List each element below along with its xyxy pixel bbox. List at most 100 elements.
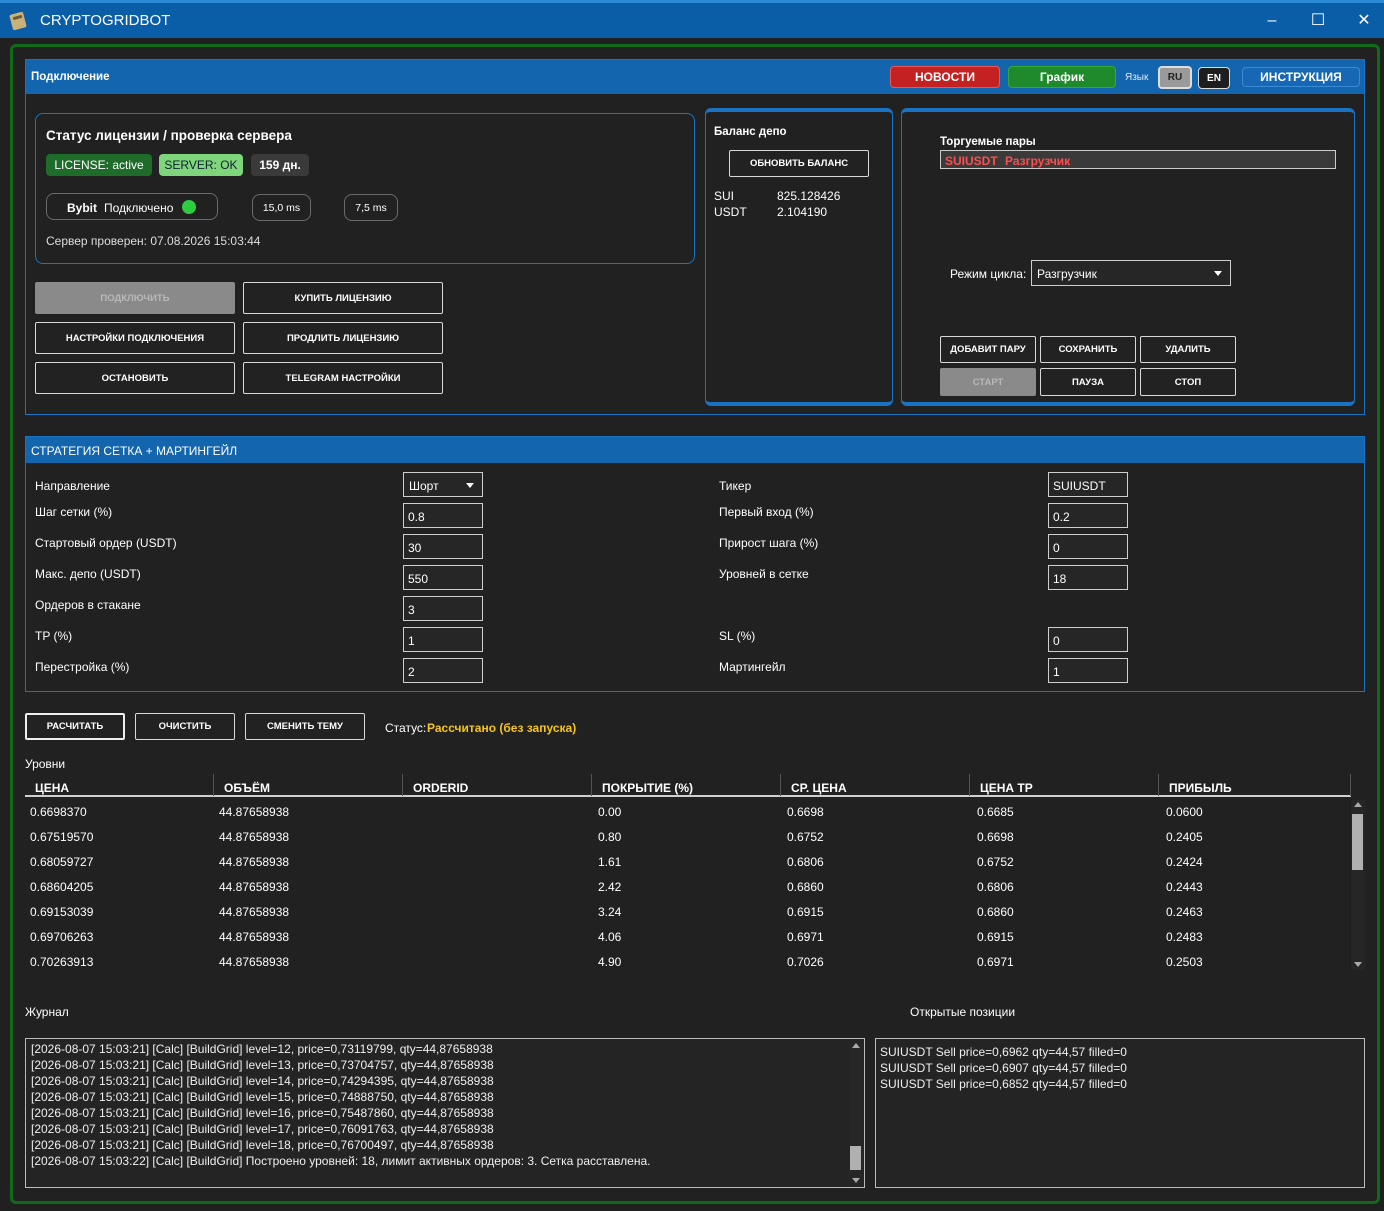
- grid-step-input[interactable]: 0.8: [403, 503, 483, 528]
- balance-amount-usdt: 2.104190: [777, 205, 828, 219]
- cycle-mode-select[interactable]: Разгрузчик: [1031, 260, 1231, 286]
- cell-volume: 44.87658938: [219, 955, 290, 969]
- close-button[interactable]: ✕: [1350, 9, 1378, 33]
- refresh-balance-button[interactable]: ОБНОВИТЬ БАЛАНС: [729, 150, 869, 177]
- levels-scroll-thumb[interactable]: [1352, 814, 1363, 870]
- max-depo-input[interactable]: 550: [403, 565, 483, 590]
- clear-button[interactable]: ОЧИСТИТЬ: [135, 713, 235, 740]
- cell-profit: 0.2443: [1166, 880, 1203, 894]
- step-growth-label: Прирост шага (%): [719, 536, 819, 550]
- save-pair-button[interactable]: СОХРАНИТЬ: [1040, 336, 1136, 363]
- cell-profit: 0.2503: [1166, 955, 1203, 969]
- journal-log[interactable]: [2026-08-07 15:03:21] [Calc] [BuildGrid]…: [25, 1038, 865, 1188]
- levels-scrollbar[interactable]: [1351, 800, 1365, 970]
- cell-volume: 44.87658938: [219, 930, 290, 944]
- first-entry-input[interactable]: 0.2: [1048, 503, 1128, 528]
- buy-license-button[interactable]: КУПИТЬ ЛИЦЕНЗИЮ: [243, 282, 443, 314]
- journal-scroll-thumb[interactable]: [850, 1146, 861, 1170]
- position-item[interactable]: SUIUSDT Sell price=0,6852 qty=44,57 fill…: [880, 1077, 1127, 1093]
- cell-volume: 44.87658938: [219, 805, 290, 819]
- positions-lines: SUIUSDT Sell price=0,6962 qty=44,57 fill…: [880, 1045, 1127, 1093]
- col-profit[interactable]: ПРИБЫЛЬ: [1159, 774, 1351, 796]
- telegram-settings-button[interactable]: TELEGRAM НАСТРОЙКИ: [243, 362, 443, 394]
- sl-input[interactable]: 0: [1048, 627, 1128, 652]
- table-row[interactable]: 0.70263913 44.87658938 4.90 0.7026 0.6971 0.2…: [25, 950, 1351, 975]
- levels-title: Уровни: [25, 757, 66, 771]
- col-orderid[interactable]: ORDERID: [403, 774, 592, 796]
- cell-price: 0.68604205: [30, 880, 94, 894]
- delete-pair-button[interactable]: УДАЛИТЬ: [1140, 336, 1236, 363]
- maximize-button[interactable]: ☐: [1304, 9, 1332, 33]
- start-order-input[interactable]: 30: [403, 534, 483, 559]
- position-item[interactable]: SUIUSDT Sell price=0,6907 qty=44,57 fill…: [880, 1061, 1127, 1077]
- levels-input[interactable]: 18: [1048, 565, 1128, 590]
- log-line: [2026-08-07 15:03:21] [Calc] [BuildGrid]…: [31, 1090, 494, 1104]
- table-row[interactable]: 0.69706263 44.87658938 4.06 0.6971 0.6915 0.2…: [25, 925, 1351, 950]
- cell-tp-price: 0.6971: [977, 955, 1014, 969]
- table-row[interactable]: 0.68059727 44.87658938 1.61 0.6806 0.6752 0.2…: [25, 850, 1351, 875]
- orders-book-label: Ордеров в стакане: [35, 598, 141, 612]
- cell-price: 0.67519570: [30, 830, 94, 844]
- tp-input[interactable]: 1: [403, 627, 483, 652]
- step-growth-input[interactable]: 0: [1048, 534, 1128, 559]
- pause-button[interactable]: ПАУЗА: [1040, 368, 1136, 396]
- table-row[interactable]: 0.68604205 44.87658938 2.42 0.6860 0.6806 0.2…: [25, 875, 1351, 900]
- journal-scrollbar[interactable]: [849, 1040, 863, 1186]
- lang-en-button[interactable]: EN: [1198, 67, 1230, 89]
- cell-avg-price: 0.6806: [787, 855, 824, 869]
- instructions-button[interactable]: ИНСТРУКЦИЯ: [1242, 67, 1360, 87]
- cell-coverage: 0.80: [598, 830, 622, 844]
- pairs-title: Торгуемые пары: [940, 136, 1036, 148]
- lang-ru-button[interactable]: RU: [1158, 66, 1192, 89]
- cell-profit: 0.2463: [1166, 905, 1203, 919]
- change-theme-button[interactable]: СМЕНИТЬ ТЕМУ: [245, 713, 365, 740]
- pair-symbol: SUIUSDT: [945, 154, 998, 168]
- start-order-label: Стартовый ордер (USDT): [35, 536, 177, 550]
- scroll-up-icon[interactable]: [1354, 802, 1362, 807]
- pairs-list-item[interactable]: SUIUSDT Разгрузчик: [940, 150, 1336, 169]
- positions-list[interactable]: SUIUSDT Sell price=0,6962 qty=44,57 fill…: [875, 1038, 1365, 1188]
- minimize-button[interactable]: –: [1258, 9, 1286, 33]
- cell-price: 0.69706263: [30, 930, 94, 944]
- stop-button[interactable]: ОСТАНОВИТЬ: [35, 362, 235, 394]
- col-volume[interactable]: ОБЪЁМ: [214, 774, 403, 796]
- ticker-label: Тикер: [719, 479, 752, 493]
- log-line: [2026-08-07 15:03:21] [Calc] [BuildGrid]…: [31, 1042, 493, 1056]
- connection-title: Подключение: [31, 71, 110, 83]
- log-line: [2026-08-07 15:03:21] [Calc] [BuildGrid]…: [31, 1058, 494, 1072]
- app-logo-icon: [9, 11, 27, 31]
- chart-button[interactable]: График: [1008, 66, 1116, 88]
- position-item[interactable]: SUIUSDT Sell price=0,6962 qty=44,57 fill…: [880, 1045, 1127, 1061]
- direction-select[interactable]: Шорт: [403, 472, 483, 497]
- balance-title: Баланс депо: [714, 126, 787, 138]
- scroll-down-icon[interactable]: [1354, 962, 1362, 967]
- ticker-input[interactable]: SUIUSDT: [1048, 472, 1128, 497]
- martingale-input[interactable]: 1: [1048, 658, 1128, 683]
- table-row[interactable]: 0.6698370 44.87658938 0.00 0.6698 0.6685 0.06…: [25, 800, 1351, 825]
- stop-pair-button[interactable]: СТОП: [1140, 368, 1236, 396]
- col-tp-price[interactable]: ЦЕНА ТР: [970, 774, 1159, 796]
- col-price[interactable]: ЦЕНА: [25, 774, 214, 796]
- col-avg-price[interactable]: СР. ЦЕНА: [781, 774, 970, 796]
- calculate-button[interactable]: РАСЧИТАТЬ: [25, 713, 125, 740]
- balance-asset-usdt: USDT: [714, 205, 747, 219]
- table-row[interactable]: 0.67519570 44.87658938 0.80 0.6752 0.6698 0.2…: [25, 825, 1351, 850]
- scroll-up-icon[interactable]: [852, 1043, 860, 1048]
- strategy-panel: СТРАТЕГИЯ СЕТКА + МАРТИНГЕЙЛ Направление…: [25, 436, 1365, 692]
- col-coverage[interactable]: ПОКРЫТИЕ (%): [592, 774, 781, 796]
- orders-book-input[interactable]: 3: [403, 596, 483, 621]
- add-pair-button[interactable]: ДОБАВИТ ПАРУ: [940, 336, 1036, 363]
- strategy-title: СТРАТЕГИЯ СЕТКА + МАРТИНГЕЙЛ: [31, 444, 238, 458]
- table-row[interactable]: 0.69153039 44.87658938 3.24 0.6915 0.6860 0.2…: [25, 900, 1351, 925]
- start-button[interactable]: СТАРТ: [940, 368, 1036, 396]
- chevron-down-icon: [466, 483, 474, 488]
- balance-amount-sui: 825.128426: [777, 189, 841, 203]
- balance-asset-sui: SUI: [714, 189, 735, 203]
- log-line: [2026-08-07 15:03:21] [Calc] [BuildGrid]…: [31, 1138, 494, 1152]
- connect-button[interactable]: ПОДКЛЮЧИТЬ: [35, 282, 235, 314]
- scroll-down-icon[interactable]: [852, 1178, 860, 1183]
- connection-settings-button[interactable]: НАСТРОЙКИ ПОДКЛЮЧЕНИЯ: [35, 322, 235, 354]
- news-button[interactable]: НОВОСТИ: [890, 66, 1000, 88]
- rebuild-input[interactable]: 2: [403, 658, 483, 683]
- extend-license-button[interactable]: ПРОДЛИТЬ ЛИЦЕНЗИЮ: [243, 322, 443, 354]
